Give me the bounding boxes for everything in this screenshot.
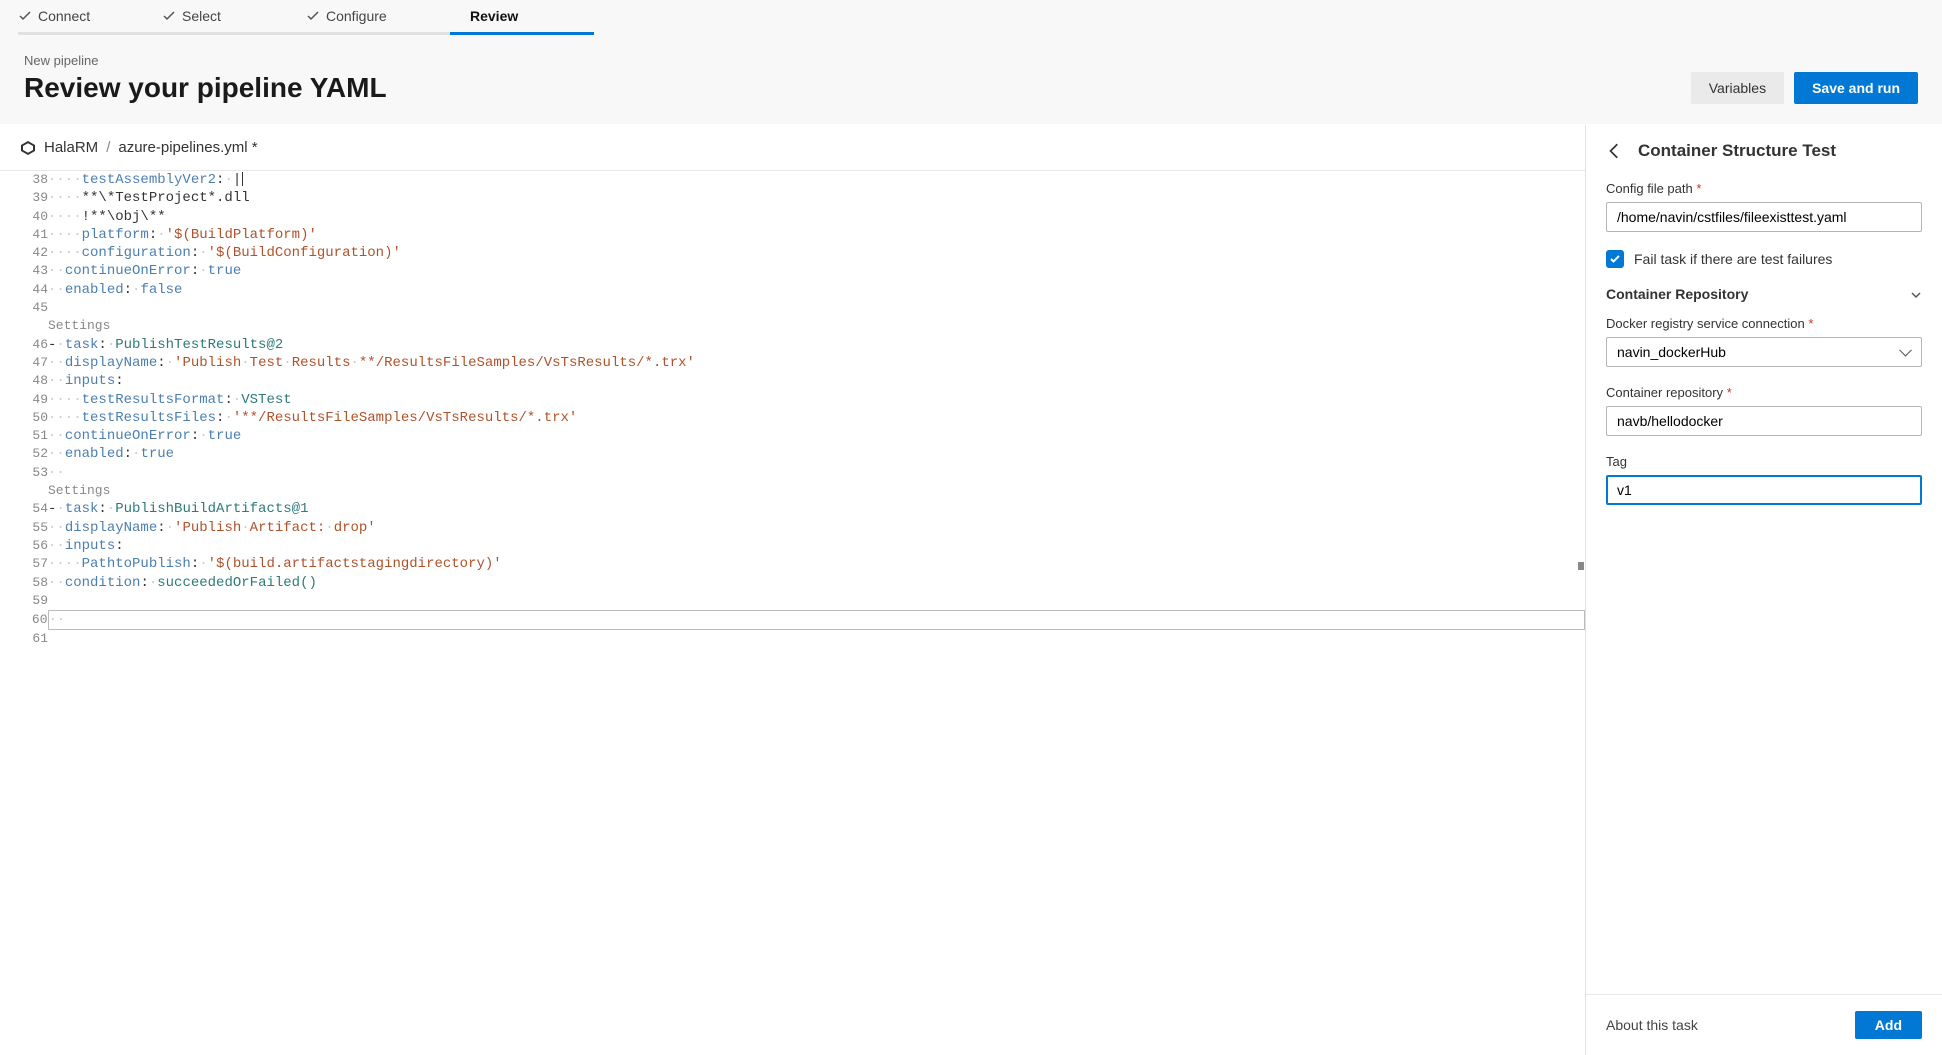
line-number: 53 [0,464,48,482]
line-number: 46 [0,336,48,354]
docker-connection-label: Docker registry service connection * [1606,316,1922,331]
fail-task-checkbox-row[interactable]: Fail task if there are test failures [1606,250,1922,268]
code-line[interactable]: ····!**\obj\** [48,208,1585,226]
code-line[interactable]: ····**\*TestProject*.dll [48,189,1585,207]
line-number: 57 [0,555,48,573]
docker-connection-select[interactable] [1606,337,1922,367]
container-repository-input[interactable] [1606,406,1922,436]
line-number: 43 [0,262,48,280]
code-line[interactable]: ····PathtoPublish:·'$(build.artifactstag… [48,555,1585,573]
fail-task-label: Fail task if there are test failures [1634,251,1832,267]
line-number: 49 [0,391,48,409]
line-number: 58 [0,574,48,592]
container-repository-label: Container repository * [1606,385,1922,400]
about-task-link[interactable]: About this task [1606,1017,1698,1033]
breadcrumb-file: azure-pipelines.yml * [118,139,257,156]
code-line[interactable]: ··displayName:·'Publish·Artifact:·drop' [48,519,1585,537]
wizard-steps: ConnectSelectConfigureReview [0,0,1942,35]
code-line[interactable] [48,299,1585,317]
chevron-down-icon [1910,288,1922,300]
code-line[interactable]: ·· [48,464,1585,482]
check-icon [18,9,32,23]
code-line[interactable]: ··enabled:·true [48,445,1585,463]
line-number: 48 [0,372,48,390]
code-line[interactable]: -·task:·PublishBuildArtifacts@1 [48,500,1585,518]
line-number: 60 [0,611,48,630]
code-editor[interactable]: 38····testAssemblyVer2:·|39····**\*TestP… [0,171,1585,1055]
container-repository-section[interactable]: Container Repository [1606,286,1922,302]
code-line[interactable]: ··inputs: [48,372,1585,390]
tag-label: Tag [1606,454,1922,469]
code-line[interactable]: ····testResultsFormat:·VSTest [48,391,1585,409]
back-icon[interactable] [1606,142,1624,160]
code-line[interactable]: ····testResultsFiles:·'**/ResultsFileSam… [48,409,1585,427]
line-number: 42 [0,244,48,262]
code-line[interactable]: ··inputs: [48,537,1585,555]
code-line[interactable]: ····platform:·'$(BuildPlatform)' [48,226,1585,244]
line-number: 41 [0,226,48,244]
line-number: 54 [0,500,48,518]
wizard-step-connect[interactable]: Connect [18,0,162,35]
code-line[interactable]: ·· [48,611,1585,630]
code-line[interactable]: ··displayName:·'Publish·Test·Results·**/… [48,354,1585,372]
wizard-step-select[interactable]: Select [162,0,306,35]
code-line[interactable]: ··continueOnError:·true [48,427,1585,445]
line-number: 44 [0,281,48,299]
line-number: 50 [0,409,48,427]
wizard-step-review[interactable]: Review [450,0,594,35]
line-number: 47 [0,354,48,372]
code-line[interactable]: ··continueOnError:·true [48,262,1585,280]
page-title: Review your pipeline YAML [24,72,387,104]
code-line[interactable] [48,592,1585,611]
repo-icon [20,140,36,156]
code-line[interactable]: -·task:·PublishTestResults@2 [48,336,1585,354]
code-line[interactable] [48,630,1585,649]
line-number: 38 [0,171,48,189]
task-assistant-panel: Container Structure Test Config file pat… [1586,125,1942,1055]
header-eyebrow: New pipeline [24,53,387,68]
code-line[interactable]: ····testAssemblyVer2:·| [48,171,1585,189]
tag-input[interactable] [1606,475,1922,505]
line-number: 55 [0,519,48,537]
line-number: 52 [0,445,48,463]
save-and-run-button[interactable]: Save and run [1794,72,1918,104]
minimap-scrubber[interactable] [1577,171,1585,1055]
config-file-input[interactable] [1606,202,1922,232]
code-line[interactable]: ····configuration:·'$(BuildConfiguration… [48,244,1585,262]
check-icon [306,9,320,23]
editor-pane: HalaRM / azure-pipelines.yml * 38····tes… [0,125,1586,1055]
code-lens-settings[interactable]: Settings [48,318,110,333]
line-number: 39 [0,189,48,207]
code-lens-settings[interactable]: Settings [48,483,110,498]
panel-title: Container Structure Test [1638,141,1836,161]
checkbox-checked-icon[interactable] [1606,250,1624,268]
code-line[interactable]: ··condition:·succeededOrFailed() [48,574,1585,592]
config-file-label: Config file path * [1606,181,1922,196]
add-button[interactable]: Add [1855,1011,1922,1039]
check-icon [162,9,176,23]
line-number: 45 [0,299,48,317]
line-number: 59 [0,592,48,611]
code-line[interactable]: ··enabled:·false [48,281,1585,299]
line-number: 40 [0,208,48,226]
breadcrumb-separator: / [106,139,110,156]
line-number: 51 [0,427,48,445]
line-number: 56 [0,537,48,555]
breadcrumb: HalaRM / azure-pipelines.yml * [0,125,1585,171]
line-number: 61 [0,630,48,649]
wizard-step-configure[interactable]: Configure [306,0,450,35]
variables-button[interactable]: Variables [1691,72,1784,104]
page-header: New pipeline Review your pipeline YAML V… [0,35,1942,125]
breadcrumb-repo[interactable]: HalaRM [44,139,98,156]
